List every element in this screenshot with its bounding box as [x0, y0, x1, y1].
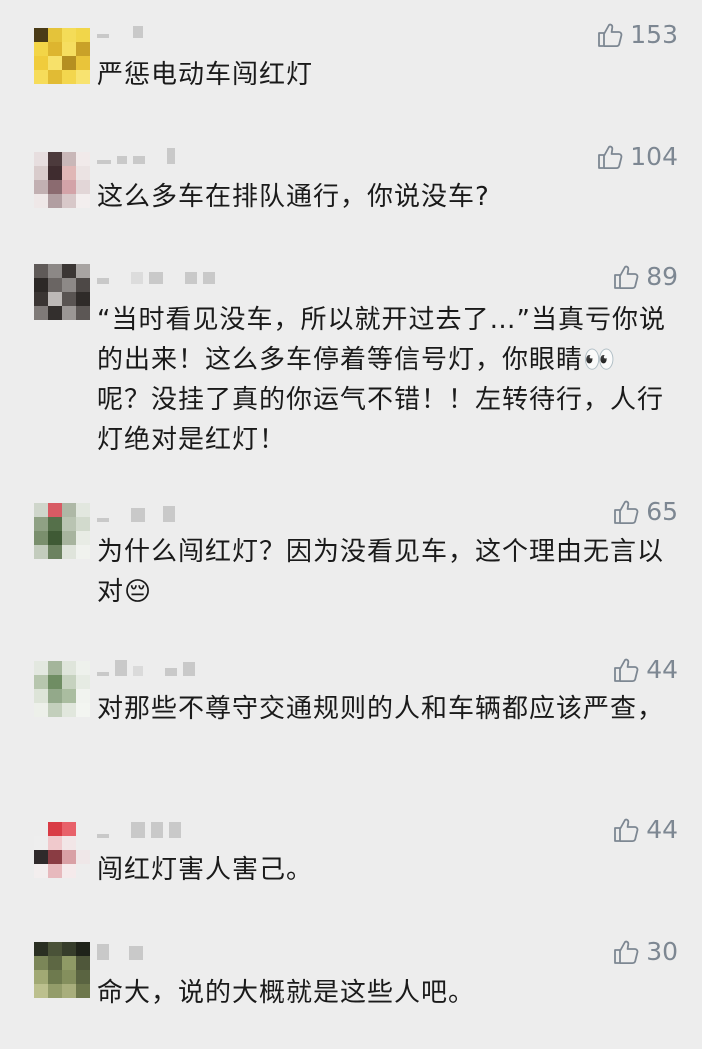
like-button[interactable]: 65 [612, 497, 678, 527]
avatar[interactable] [34, 822, 90, 878]
thumbs-up-icon [614, 818, 639, 842]
like-count: 44 [646, 655, 678, 684]
thumbs-up-icon [614, 500, 639, 524]
thumbs-up-icon [598, 145, 623, 169]
avatar[interactable] [34, 661, 90, 717]
avatar[interactable] [34, 28, 90, 84]
thumbs-up-icon [614, 265, 639, 289]
thumbs-up-icon [614, 658, 639, 682]
like-count: 65 [646, 497, 678, 526]
nickname-blurred [97, 944, 143, 960]
like-count: 104 [630, 142, 678, 171]
like-count: 30 [646, 937, 678, 966]
avatar[interactable] [34, 264, 90, 320]
like-button[interactable]: 89 [612, 262, 678, 292]
comment-text: 为什么闯红灯？因为没看见车，这个理由无言以对😔 [97, 537, 665, 607]
thumbs-up-icon [598, 23, 623, 47]
nickname-blurred [97, 148, 175, 164]
like-count: 89 [646, 262, 678, 291]
like-count: 44 [646, 815, 678, 844]
avatar[interactable] [34, 942, 90, 998]
nickname-blurred [97, 22, 143, 38]
comment-text: 闯红灯害人害己。 [97, 855, 314, 885]
like-button[interactable]: 30 [612, 937, 678, 967]
like-count: 153 [630, 20, 678, 49]
avatar[interactable] [34, 152, 90, 208]
comment-text: 命大，说的大概就是这些人吧。 [97, 978, 476, 1008]
comment-text: 对那些不尊守交通规则的人和车辆都应该严查， [97, 694, 665, 724]
nickname-blurred [97, 268, 215, 284]
nickname-blurred [97, 660, 195, 676]
nickname-blurred [97, 822, 181, 838]
nickname-blurred [97, 506, 175, 522]
like-button[interactable]: 104 [596, 142, 678, 172]
comment-text: 严惩电动车闯红灯 [97, 60, 314, 90]
like-button[interactable]: 44 [612, 655, 678, 685]
comment-text: “当时看见没车，所以就开过去了…”当真亏你说的出来！这么多车停着等信号灯，你眼睛… [97, 305, 666, 455]
like-button[interactable]: 153 [596, 20, 678, 50]
like-button[interactable]: 44 [612, 815, 678, 845]
comment-text: 这么多车在排队通行，你说没车? [97, 182, 490, 212]
avatar[interactable] [34, 503, 90, 559]
thumbs-up-icon [614, 940, 639, 964]
